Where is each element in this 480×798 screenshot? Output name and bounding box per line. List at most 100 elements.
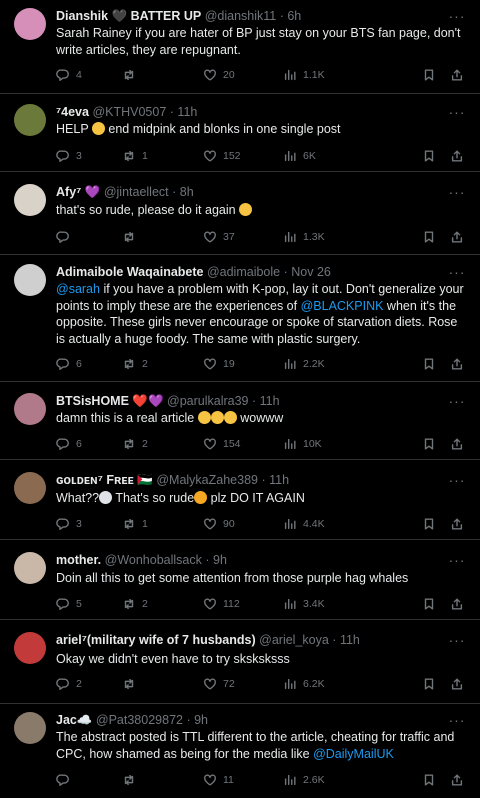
more-options-icon[interactable]: ··· — [448, 184, 466, 200]
like-button[interactable]: 154 — [203, 436, 241, 452]
more-options-icon[interactable]: ··· — [448, 393, 466, 409]
display-name[interactable]: ɢᴏʟᴅᴇɴ⁷ Fʀᴇᴇ 🇵🇸 — [56, 473, 153, 487]
avatar[interactable] — [14, 472, 46, 504]
timestamp[interactable]: Nov 26 — [291, 265, 331, 279]
like-button[interactable]: 11 — [203, 772, 234, 788]
mention-link[interactable]: @sarah — [56, 282, 100, 296]
tweet[interactable]: Jac☁️ @Pat38029872 · 9h ··· The abstract… — [0, 704, 480, 798]
share-button[interactable] — [450, 356, 464, 372]
timestamp[interactable]: 9h — [213, 553, 227, 567]
more-options-icon[interactable]: ··· — [448, 552, 466, 568]
share-button[interactable] — [450, 436, 464, 452]
views-button[interactable]: 10K — [283, 436, 322, 452]
display-name[interactable]: Adimaibole Waqainabete — [56, 265, 203, 279]
retweet-button[interactable] — [122, 772, 142, 788]
retweet-button[interactable]: 2 — [122, 356, 148, 372]
avatar[interactable] — [14, 264, 46, 296]
bookmark-button[interactable] — [422, 356, 436, 372]
timestamp[interactable]: 8h — [180, 185, 194, 199]
share-button[interactable] — [450, 67, 464, 83]
timestamp[interactable]: 11h — [260, 394, 280, 408]
user-handle[interactable]: @parulkalra39 — [167, 394, 248, 408]
more-options-icon[interactable]: ··· — [448, 8, 466, 24]
user-handle[interactable]: @KTHV0507 — [92, 105, 166, 119]
like-button[interactable]: 72 — [203, 676, 235, 692]
tweet[interactable]: ⁷4eva @KTHV0507 · 11h ··· HELP end midpi… — [0, 94, 480, 172]
timestamp[interactable]: 11h — [269, 473, 289, 487]
display-name[interactable]: ⁷4eva — [56, 105, 89, 119]
retweet-button[interactable]: 2 — [122, 596, 148, 612]
bookmark-button[interactable] — [422, 596, 436, 612]
mention-link[interactable]: @DailyMailUK — [313, 747, 394, 761]
reply-button[interactable]: 2 — [56, 676, 82, 692]
like-button[interactable]: 90 — [203, 516, 235, 532]
user-handle[interactable]: @jintaellect — [104, 185, 169, 199]
tweet[interactable]: Dianshik 🖤 BATTER UP @dianshik11 · 6h ··… — [0, 0, 480, 94]
like-button[interactable]: 112 — [203, 596, 240, 612]
share-button[interactable] — [450, 516, 464, 532]
display-name[interactable]: ariel⁷(military wife of 7 husbands) — [56, 633, 256, 647]
reply-button[interactable]: 3 — [56, 148, 82, 164]
mention-link[interactable]: @BLACKPINK — [301, 299, 384, 313]
avatar[interactable] — [14, 552, 46, 584]
avatar[interactable] — [14, 184, 46, 216]
retweet-button[interactable]: 1 — [122, 516, 148, 532]
bookmark-button[interactable] — [422, 436, 436, 452]
tweet[interactable]: ariel⁷(military wife of 7 husbands) @ari… — [0, 620, 480, 704]
share-button[interactable] — [450, 148, 464, 164]
reply-button[interactable] — [56, 229, 76, 245]
tweet[interactable]: ɢᴏʟᴅᴇɴ⁷ Fʀᴇᴇ 🇵🇸 @MalykaZahe389 · 11h ···… — [0, 460, 480, 540]
like-button[interactable]: 152 — [203, 148, 241, 164]
views-button[interactable]: 6.2K — [283, 676, 325, 692]
bookmark-button[interactable] — [422, 516, 436, 532]
timestamp[interactable]: 9h — [194, 713, 208, 727]
reply-button[interactable]: 3 — [56, 516, 82, 532]
like-button[interactable]: 19 — [203, 356, 235, 372]
views-button[interactable]: 2.2K — [283, 356, 325, 372]
more-options-icon[interactable]: ··· — [448, 712, 466, 728]
display-name[interactable]: Afy⁷ 💜 — [56, 185, 100, 199]
reply-button[interactable] — [56, 772, 76, 788]
tweet[interactable]: Adimaibole Waqainabete @adimaibole · Nov… — [0, 255, 480, 382]
retweet-button[interactable]: 1 — [122, 148, 148, 164]
display-name[interactable]: BTSisHOME ❤️💜 — [56, 394, 164, 408]
avatar[interactable] — [14, 104, 46, 136]
user-handle[interactable]: @Wonhoballsack — [105, 553, 202, 567]
like-button[interactable]: 20 — [203, 67, 235, 83]
reply-button[interactable]: 5 — [56, 596, 82, 612]
bookmark-button[interactable] — [422, 148, 436, 164]
user-handle[interactable]: @dianshik11 — [205, 9, 277, 23]
share-button[interactable] — [450, 772, 464, 788]
avatar[interactable] — [14, 8, 46, 40]
views-button[interactable]: 1.1K — [283, 67, 325, 83]
tweet[interactable]: Afy⁷ 💜 @jintaellect · 8h ··· that's so r… — [0, 172, 480, 255]
user-handle[interactable]: @ariel_koya — [259, 633, 329, 647]
user-handle[interactable]: @MalykaZahe389 — [156, 473, 258, 487]
display-name[interactable]: Dianshik 🖤 BATTER UP — [56, 9, 201, 23]
retweet-button[interactable] — [122, 67, 142, 83]
reply-button[interactable]: 6 — [56, 356, 82, 372]
avatar[interactable] — [14, 632, 46, 664]
reply-button[interactable]: 4 — [56, 67, 82, 83]
display-name[interactable]: Jac☁️ — [56, 713, 92, 727]
bookmark-button[interactable] — [422, 676, 436, 692]
user-handle[interactable]: @Pat38029872 — [96, 713, 183, 727]
tweet[interactable]: mother. @Wonhoballsack · 9h ··· Doin all… — [0, 540, 480, 620]
avatar[interactable] — [14, 712, 46, 744]
bookmark-button[interactable] — [422, 67, 436, 83]
display-name[interactable]: mother. — [56, 553, 101, 567]
share-button[interactable] — [450, 676, 464, 692]
views-button[interactable]: 6K — [283, 148, 316, 164]
bookmark-button[interactable] — [422, 772, 436, 788]
views-button[interactable]: 1.3K — [283, 229, 325, 245]
timestamp[interactable]: 6h — [287, 9, 301, 23]
views-button[interactable]: 2.6K — [283, 772, 325, 788]
timestamp[interactable]: 11h — [340, 633, 360, 647]
retweet-button[interactable] — [122, 676, 142, 692]
user-handle[interactable]: @adimaibole — [207, 265, 280, 279]
share-button[interactable] — [450, 596, 464, 612]
bookmark-button[interactable] — [422, 229, 436, 245]
more-options-icon[interactable]: ··· — [448, 632, 466, 648]
retweet-button[interactable]: 2 — [122, 436, 148, 452]
retweet-button[interactable] — [122, 229, 142, 245]
